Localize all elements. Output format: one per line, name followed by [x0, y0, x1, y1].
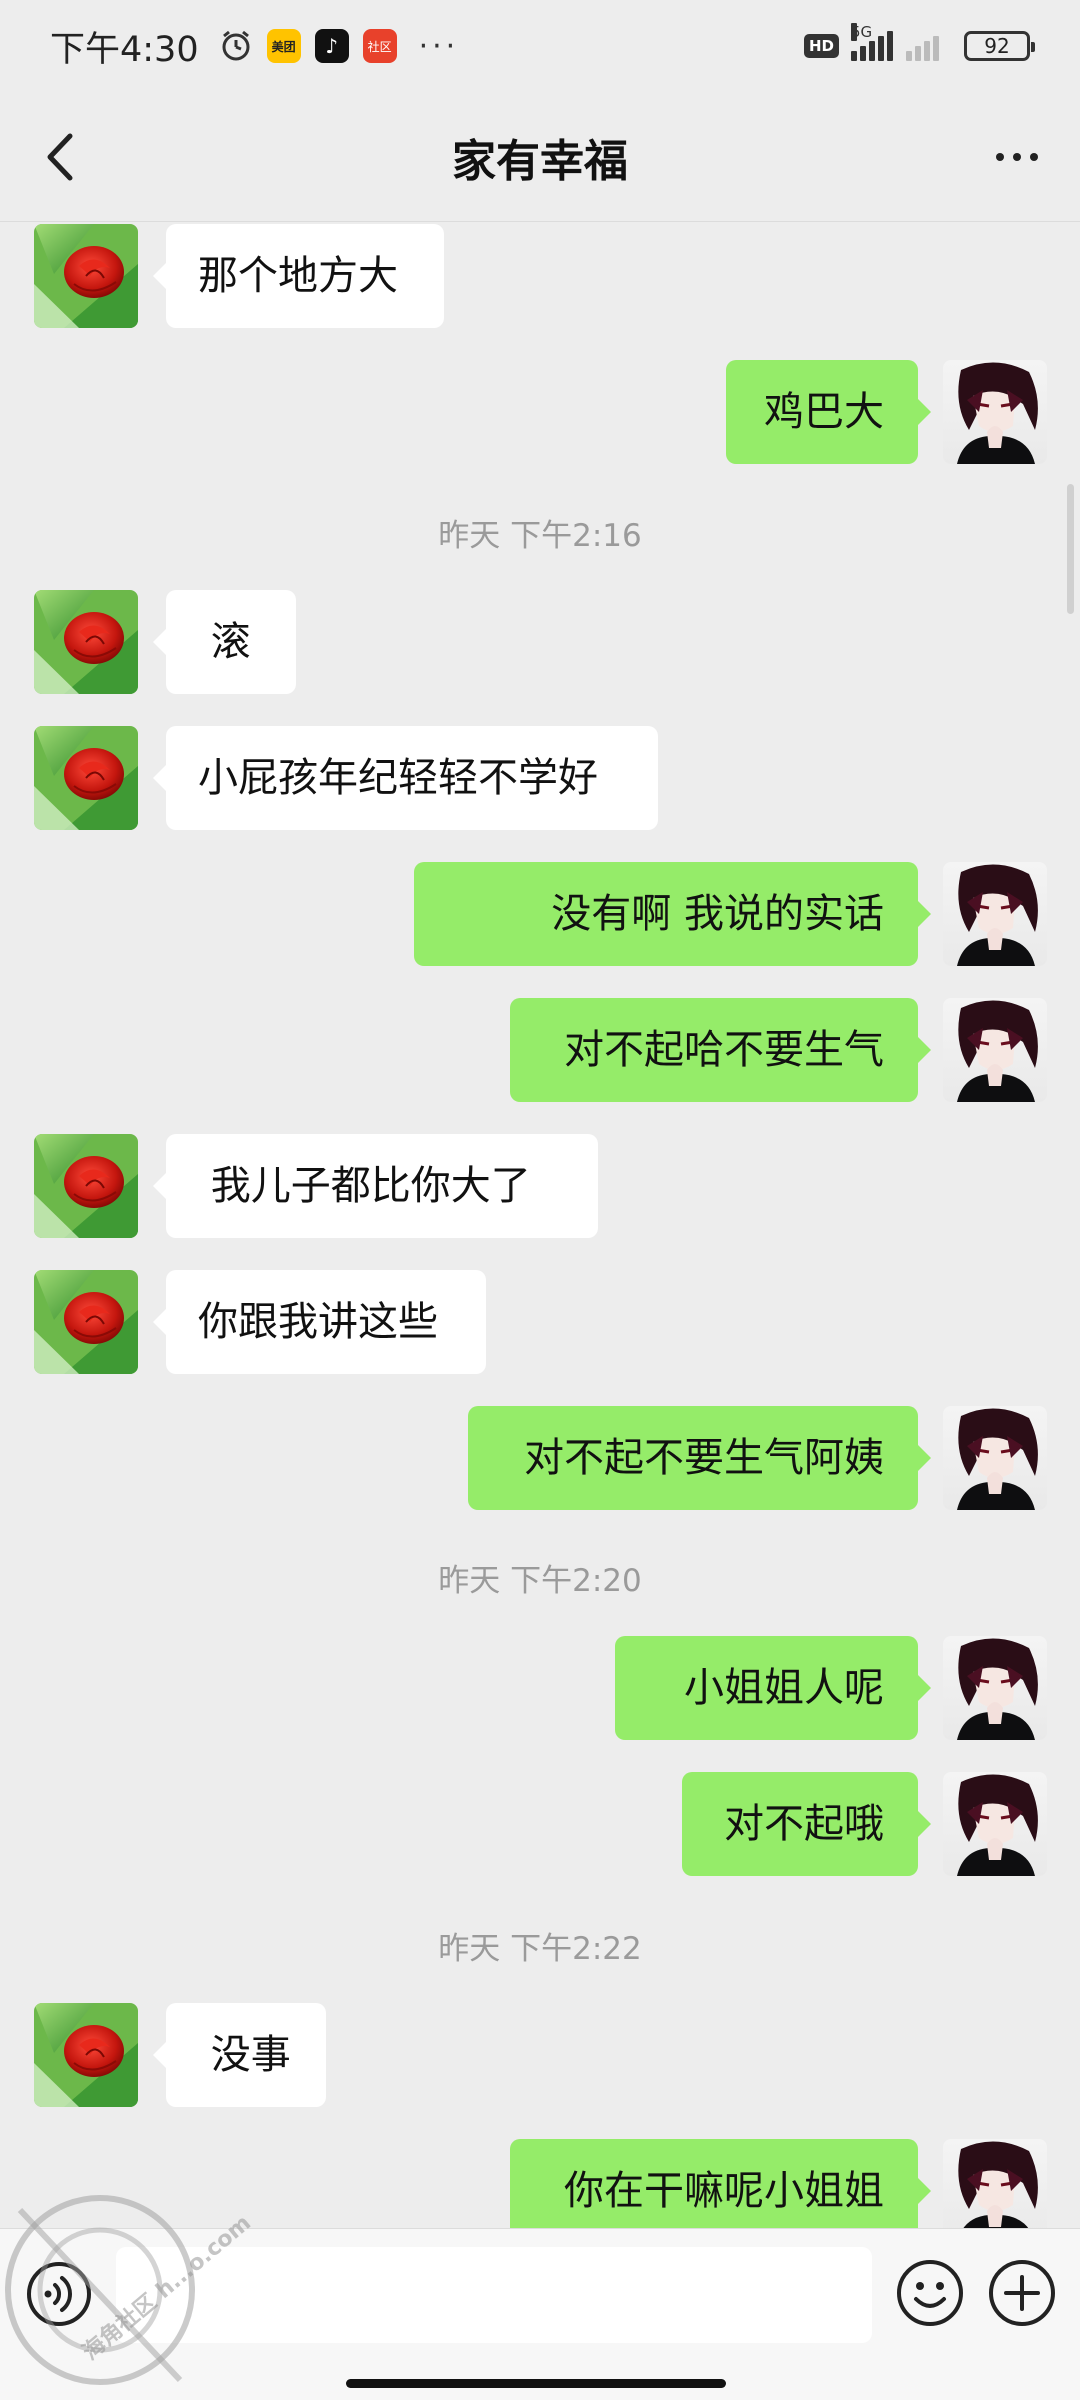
signal-strength-icon: 5G — [851, 23, 896, 61]
page-title: 家有幸福 — [452, 135, 628, 187]
outgoing-message-bubble[interactable]: 对不起哈不要生气 — [510, 998, 931, 1102]
my-avatar[interactable] — [943, 1636, 1047, 1740]
outgoing-message-row: 小姐姐人呢 — [0, 1636, 1080, 1740]
incoming-message-bubble[interactable]: 我儿子都比你大了 — [153, 1134, 598, 1238]
hd-badge: HD — [803, 34, 839, 58]
outgoing-message-bubble[interactable]: 没有啊 我说的实话 — [414, 862, 931, 966]
incoming-message-bubble[interactable]: 滚 — [153, 590, 296, 694]
contact-avatar[interactable] — [34, 590, 138, 694]
outgoing-message-bubble[interactable]: 对不起哦 — [682, 1772, 931, 1876]
incoming-message-bubble[interactable]: 你跟我讲这些 — [153, 1270, 486, 1374]
incoming-message-bubble[interactable]: 小屁孩年纪轻轻不学好 — [153, 726, 658, 830]
contact-avatar[interactable] — [34, 1134, 138, 1238]
chat-header: 家有幸福 — [0, 92, 1080, 222]
contact-avatar[interactable] — [34, 224, 138, 328]
my-avatar[interactable] — [943, 1772, 1047, 1876]
chevron-left-icon[interactable] — [28, 122, 98, 192]
timestamp-separator: 昨天 下午2:22 — [438, 1931, 642, 1967]
emoji-icon[interactable] — [894, 2257, 966, 2329]
home-indicator[interactable] — [346, 2379, 726, 2388]
incoming-message-row: 滚 — [0, 590, 1080, 694]
battery-level: 92 — [984, 34, 1010, 58]
status-time: 下午4:30 — [50, 29, 199, 70]
red-app-icon: 社区 — [362, 29, 397, 63]
incoming-message-row: 那个地方大 — [0, 224, 1080, 328]
incoming-message-row: 你跟我讲这些 — [0, 1270, 1080, 1374]
outgoing-message-row: 对不起哈不要生气 — [0, 998, 1080, 1102]
message-list[interactable]: 那个地方大鸡巴大昨天 下午2:16 滚小屁孩年纪轻轻不学好没有啊 我说的实话对不… — [0, 222, 1080, 2230]
outgoing-message-row: 对不起不要生气阿姨 — [0, 1406, 1080, 1510]
incoming-message-row: 没事 — [0, 2003, 1080, 2107]
incoming-message-bubble[interactable]: 那个地方大 — [153, 224, 444, 328]
notification-overflow-icon: ··· — [418, 28, 460, 64]
my-avatar[interactable] — [943, 998, 1047, 1102]
incoming-message-bubble[interactable]: 没事 — [153, 2003, 326, 2107]
battery-icon: 92 — [964, 31, 1035, 61]
contact-avatar[interactable] — [34, 726, 138, 830]
my-avatar[interactable] — [943, 1406, 1047, 1510]
input-bar — [0, 2228, 1080, 2400]
more-dots-icon[interactable] — [982, 122, 1052, 192]
my-avatar[interactable] — [943, 2139, 1047, 2230]
voice-icon[interactable] — [24, 2259, 94, 2329]
incoming-message-row: 小屁孩年纪轻轻不学好 — [0, 726, 1080, 830]
contact-avatar[interactable] — [34, 2003, 138, 2107]
network-type-label: 5G — [851, 23, 873, 41]
plus-icon[interactable] — [986, 2257, 1058, 2329]
meituan-app-icon: 美团 — [266, 29, 301, 63]
alarm-icon — [222, 30, 250, 61]
message-input[interactable] — [116, 2247, 872, 2343]
outgoing-message-bubble[interactable]: 对不起不要生气阿姨 — [468, 1406, 931, 1510]
outgoing-message-bubble[interactable]: 你在干嘛呢小姐姐 — [510, 2139, 931, 2230]
outgoing-message-row: 对不起哦 — [0, 1772, 1080, 1876]
outgoing-message-bubble[interactable]: 小姐姐人呢 — [615, 1636, 931, 1740]
contact-avatar[interactable] — [34, 1270, 138, 1374]
incoming-message-row: 我儿子都比你大了 — [0, 1134, 1080, 1238]
signal-strength-secondary-icon — [906, 31, 942, 61]
tiktok-app-icon: ♪ — [314, 29, 349, 63]
status-indicators: HD 5G 92 — [803, 23, 1035, 61]
outgoing-message-bubble[interactable]: 鸡巴大 — [726, 360, 931, 464]
outgoing-message-row: 没有啊 我说的实话 — [0, 862, 1080, 966]
outgoing-message-row: 鸡巴大 — [0, 360, 1080, 464]
timestamp-separator: 昨天 下午2:20 — [438, 1563, 642, 1599]
status-bar: 下午4:30 美团 ♪ 社区 ··· HD 5G 92 — [0, 0, 1080, 92]
timestamp-separator: 昨天 下午2:16 — [438, 518, 642, 554]
outgoing-message-row: 你在干嘛呢小姐姐 — [0, 2139, 1080, 2230]
my-avatar[interactable] — [943, 360, 1047, 464]
my-avatar[interactable] — [943, 862, 1047, 966]
